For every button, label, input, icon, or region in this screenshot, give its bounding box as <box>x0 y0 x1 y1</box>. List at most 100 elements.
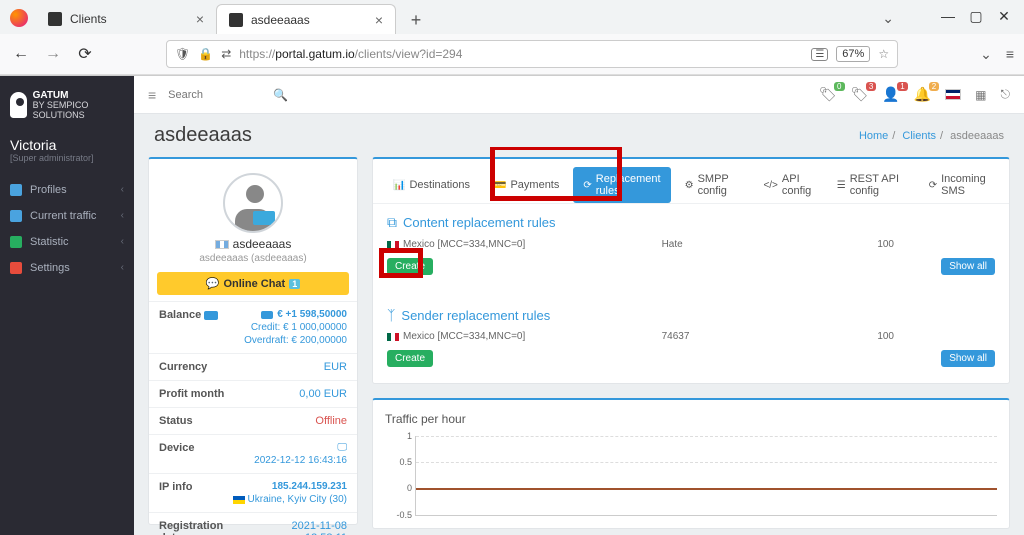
sidebar-item-statistic[interactable]: Statistic ‹ <box>0 229 134 255</box>
create-sender-rule-button[interactable]: Create <box>387 350 433 367</box>
device-label: Device <box>159 442 194 466</box>
overdraft-value: Overdraft: € 200,00000 <box>244 335 347 346</box>
grid-menu-icon[interactable]: ▦ <box>975 88 986 102</box>
ip-value: 185.244.159.231 <box>272 481 347 492</box>
sidebar-item-profiles[interactable]: Profiles ‹ <box>0 177 134 203</box>
close-icon[interactable]: × <box>196 11 204 27</box>
forward-button[interactable]: → <box>42 45 64 63</box>
client-sub: asdeeaaas (asdeeaaas) <box>149 253 357 264</box>
sidebar-item-label: Current traffic <box>30 210 96 222</box>
sender-rules-title: ᛉ Sender replacement rules <box>373 297 1009 329</box>
notification-icon[interactable]: 👤1 <box>882 86 899 103</box>
notification-icon[interactable]: 🏷3 <box>851 86 869 103</box>
destinations-icon: 📊 <box>393 180 405 191</box>
bookmark-icon[interactable]: ☆ <box>878 47 889 61</box>
sidebar-item-settings[interactable]: Settings ‹ <box>0 255 134 281</box>
chevron-left-icon: ‹ <box>121 236 124 247</box>
chart-title: Traffic per hour <box>385 412 997 426</box>
browser-tab-clients[interactable]: Clients × <box>36 4 216 34</box>
profit-label: Profit month <box>159 388 224 400</box>
chat-icon: 💬 <box>206 277 220 290</box>
page-title: asdeeaaas <box>154 124 252 147</box>
firefox-icon <box>10 9 28 27</box>
notification-icon[interactable]: 🏷0 <box>819 86 837 103</box>
brand[interactable]: GATUM BY SEMPICO SOLUTIONS <box>0 84 134 129</box>
tab-smpp[interactable]: ⚙SMPP config <box>675 167 750 203</box>
rules-icon: ⟳ <box>583 180 591 191</box>
profit-value: 0,00 EUR <box>299 388 347 400</box>
chevron-down-icon[interactable]: ⌄ <box>882 10 894 27</box>
monitor-icon: 🖵 <box>337 442 347 453</box>
reader-icon[interactable]: ☰ <box>811 48 828 61</box>
mexico-flag-icon <box>387 241 399 249</box>
minimize-icon[interactable]: — <box>940 8 956 25</box>
content-rules-title: ⧉ Content replacement rules <box>373 204 1009 237</box>
create-content-rule-button[interactable]: Create <box>387 258 433 275</box>
currency-label: Currency <box>159 361 207 373</box>
show-all-sender-rules[interactable]: Show all <box>941 350 995 367</box>
sidebar-item-traffic[interactable]: Current traffic ‹ <box>0 203 134 229</box>
gear-icon: ⚙ <box>685 180 694 191</box>
rule-row: Mexico [MCC=334,MNC=0] 74637 100 <box>373 329 1009 344</box>
menu-icon[interactable]: ≡ <box>1006 46 1014 62</box>
pocket-icon[interactable]: ⌄ <box>980 46 992 63</box>
ukraine-flag-icon <box>233 496 245 504</box>
y-tick: -0.5 <box>388 510 412 520</box>
breadcrumb-home[interactable]: Home <box>859 130 888 142</box>
user-role: [Super administrator] <box>10 153 124 163</box>
reload-button[interactable]: ⟳ <box>74 44 96 64</box>
toggle-sidebar-icon[interactable]: ≡ <box>148 87 156 103</box>
chat-count: 1 <box>289 279 300 289</box>
online-chat-button[interactable]: 💬 Online Chat 1 <box>157 272 349 295</box>
zoom-level[interactable]: 67% <box>836 46 870 62</box>
browser-tab-current[interactable]: asdeeaaas × <box>216 4 396 34</box>
sidebar-item-label: Settings <box>30 262 70 274</box>
traffic-icon <box>10 210 22 222</box>
rest-icon: ☰ <box>837 180 846 191</box>
avatar-icon <box>223 173 283 233</box>
ip-location: Ukraine, Kyiv City (30) <box>248 494 347 505</box>
permissions-icon[interactable]: ⇄ <box>221 47 231 61</box>
close-icon[interactable]: × <box>375 12 383 28</box>
currency-value: EUR <box>324 361 347 373</box>
notification-icon[interactable]: 🔔2 <box>914 86 931 103</box>
show-all-content-rules[interactable]: Show all <box>941 258 995 275</box>
url-text: https://portal.gatum.io/clients/view?id=… <box>239 47 803 61</box>
rules-card: 📊Destinations 💳Payments ⟳Replacement rul… <box>372 157 1010 384</box>
tab-destinations[interactable]: 📊Destinations <box>383 167 480 203</box>
browser-tab-strip: Clients × asdeeaaas × + <box>0 0 1024 34</box>
breadcrumb-current: asdeeaaas <box>950 130 1004 142</box>
profiles-icon <box>10 184 22 196</box>
rule-row: Mexico [MCC=334,MNC=0] Hate 100 <box>373 237 1009 252</box>
back-button[interactable]: ← <box>10 45 32 63</box>
tab-title: Clients <box>70 12 107 26</box>
search-field[interactable]: 🔍 <box>168 88 288 102</box>
maximize-icon[interactable]: ▢ <box>968 8 984 25</box>
logout-icon[interactable]: ⎋ <box>1001 87 1011 102</box>
country-flag-icon <box>215 240 229 249</box>
tab-api[interactable]: </>API config <box>753 167 822 203</box>
url-bar[interactable]: 🛡 🔒 ⇄ https://portal.gatum.io/clients/vi… <box>166 40 898 68</box>
language-flag-icon[interactable] <box>945 89 961 100</box>
search-icon[interactable]: 🔍 <box>273 88 288 102</box>
breadcrumb-clients[interactable]: Clients <box>902 130 936 142</box>
chevron-left-icon: ‹ <box>121 210 124 221</box>
site-icon <box>229 13 243 27</box>
tab-replacement-rules[interactable]: ⟳Replacement rules <box>573 167 670 203</box>
traffic-chart-card: Traffic per hour 1 0.5 0 -0.5 <box>372 398 1010 529</box>
tab-incoming[interactable]: ⟳Incoming SMS <box>919 167 999 203</box>
shield-icon[interactable]: 🛡 <box>175 47 190 61</box>
tab-restapi[interactable]: ☰REST API config <box>827 167 915 203</box>
y-tick: 0.5 <box>388 457 412 467</box>
traffic-chart: 1 0.5 0 -0.5 <box>415 436 997 516</box>
tab-payments[interactable]: 💳Payments <box>484 167 569 203</box>
close-window-icon[interactable]: ✕ <box>996 8 1012 25</box>
sms-icon: ⟳ <box>929 180 937 191</box>
chevron-left-icon: ‹ <box>121 184 124 195</box>
brand-subtitle: BY SEMPICO SOLUTIONS <box>33 101 124 121</box>
card-icon <box>204 311 218 320</box>
new-tab-button[interactable]: + <box>402 6 430 34</box>
y-tick: 0 <box>388 483 412 493</box>
balance-label: Balance <box>159 309 218 346</box>
search-input[interactable] <box>168 89 265 101</box>
